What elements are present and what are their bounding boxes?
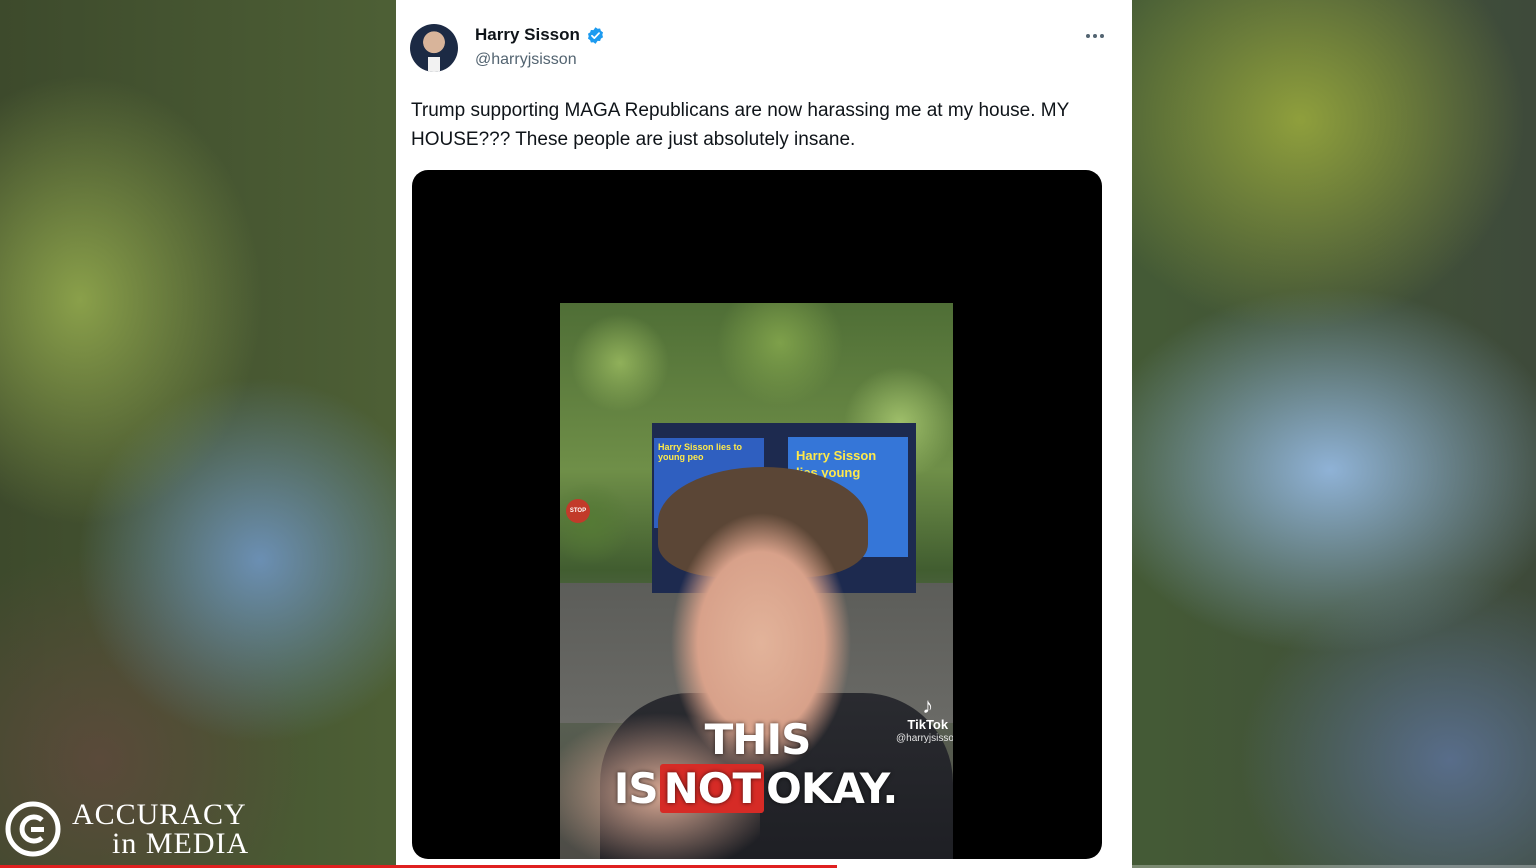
logo-line-2: in MEDIA [112,827,250,860]
logo-line-1: ACCURACY [72,798,247,831]
logo-text: ACCURACY in MEDIA [72,798,250,860]
stop-sign: STOP [566,499,590,523]
tiktok-label: TikTok [907,717,949,732]
video-caption: THIS IS NOT OKAY. [560,715,953,813]
avatar[interactable] [410,24,458,72]
more-options-icon[interactable] [1082,24,1108,48]
video-frame: Harry Sisson lies to young peo Harry Sis… [560,303,953,859]
accuracy-in-media-logo: ACCURACY in MEDIA [4,798,250,860]
caption-word: OKAY. [766,764,898,813]
tiktok-handle: @harryjsisson [896,733,953,744]
caption-highlight-word: NOT [659,764,765,813]
tweet-card: Harry Sisson @harryjsisson Trump support… [396,0,1132,868]
aim-logo-icon [5,801,61,857]
tweet-text: Trump supporting MAGA Republicans are no… [411,100,1069,150]
tweet-video[interactable]: Harry Sisson lies to young peo Harry Sis… [412,170,1102,859]
author-handle[interactable]: @harryjsisson [475,51,577,69]
verified-badge-icon [587,26,603,44]
display-name[interactable]: Harry Sisson [475,25,580,45]
tiktok-icon: ♪ [922,693,934,718]
tiktok-watermark: ♪ TikTok @harryjsisson [896,693,953,745]
author-name-row: Harry Sisson [475,25,605,45]
